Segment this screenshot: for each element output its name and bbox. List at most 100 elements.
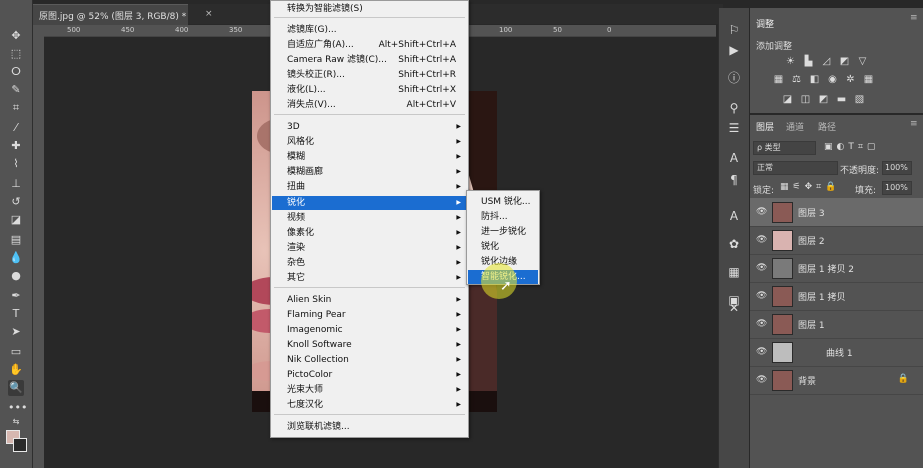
adjustments-tab[interactable]: 调整 — [756, 17, 774, 30]
tab-paths[interactable]: 路径 — [818, 120, 836, 133]
layer-name[interactable]: 曲线 1 — [826, 346, 853, 359]
swatches-panel-icon[interactable]: ▦ — [726, 264, 742, 280]
layer-name[interactable]: 图层 2 — [798, 234, 825, 247]
menu-item[interactable]: Flaming Pear ▶ — [272, 308, 467, 322]
photo-filter-icon[interactable]: ◉ — [827, 74, 838, 85]
brush-settings-icon[interactable]: ⚲ — [726, 100, 742, 116]
menu-item[interactable]: 像素化 ▶ — [272, 226, 467, 240]
history-brush-tool-icon[interactable]: ↺ — [8, 194, 24, 210]
visibility-eye-icon[interactable]: 👁 — [756, 291, 767, 301]
brightness-contrast-icon[interactable]: ☀ — [785, 56, 796, 67]
threshold-icon[interactable]: ◩ — [818, 94, 829, 105]
visibility-eye-icon[interactable]: 👁 — [756, 263, 767, 273]
move-tool-icon[interactable]: ✥ — [8, 28, 24, 44]
gradient-tool-icon[interactable]: ▤ — [8, 232, 24, 248]
layer-row[interactable]: 👁 曲线 1 — [750, 338, 923, 367]
submenu-item[interactable]: 防抖... — [468, 210, 538, 224]
black-white-icon[interactable]: ◧ — [809, 74, 820, 85]
tab-close-icon[interactable]: × — [205, 9, 213, 19]
marquee-tool-icon[interactable]: ⬚ — [8, 46, 24, 62]
vibrance-icon[interactable]: ▽ — [857, 56, 868, 67]
layer-name[interactable]: 图层 1 拷贝 2 — [798, 262, 854, 275]
eraser-tool-icon[interactable]: ◪ — [8, 212, 24, 228]
tab-layers[interactable]: 图层 — [756, 120, 774, 133]
layer-kind-filter[interactable]: ρ 类型 — [753, 141, 816, 155]
layer-row[interactable]: 👁 图层 1 拷贝 2 — [750, 254, 923, 283]
menu-item[interactable]: 自适应广角(A)... Alt+Shift+Ctrl+A — [272, 38, 467, 52]
color-balance-icon[interactable]: ⚖ — [791, 74, 802, 85]
layer-row[interactable]: 👁 背景 🔒 — [750, 366, 923, 395]
menu-item[interactable]: 视频 ▶ — [272, 211, 467, 225]
tab-channels[interactable]: 通道 — [786, 120, 804, 133]
selective-color-icon[interactable]: ▬ — [836, 94, 847, 105]
visibility-eye-icon[interactable]: 👁 — [756, 235, 767, 245]
pen-tool-icon[interactable]: ✒ — [8, 288, 24, 304]
exposure-icon[interactable]: ◩ — [839, 56, 850, 67]
visibility-eye-icon[interactable]: 👁 — [756, 347, 767, 357]
layer-row[interactable]: 👁 图层 2 — [750, 226, 923, 255]
visibility-eye-icon[interactable]: 👁 — [756, 207, 767, 217]
eyedropper-tool-icon[interactable]: ⁄ — [8, 120, 24, 136]
menu-item[interactable]: Imagenomic ▶ — [272, 323, 467, 337]
healing-brush-tool-icon[interactable]: ✚ — [8, 138, 24, 154]
menu-item[interactable]: 锐化 ▶ — [272, 196, 467, 210]
menu-item[interactable]: 滤镜库(G)... — [272, 23, 467, 37]
hand-tool-icon[interactable]: ✋ — [8, 362, 24, 378]
gradient-map-icon[interactable]: ▧ — [854, 94, 865, 105]
menu-item[interactable]: 其它 ▶ — [272, 271, 467, 285]
brush-tool-icon[interactable]: ⌇ — [8, 156, 24, 172]
layer-row[interactable]: 👁 图层 3 — [750, 198, 923, 227]
visibility-eye-icon[interactable]: 👁 — [756, 375, 767, 385]
submenu-item[interactable]: USM 锐化... — [468, 195, 538, 209]
channel-mixer-icon[interactable]: ✲ — [845, 74, 856, 85]
properties-panel-icon[interactable]: ☰ — [726, 120, 742, 136]
dodge-tool-icon[interactable]: ● — [8, 268, 24, 284]
quick-select-tool-icon[interactable]: ✎ — [8, 82, 24, 98]
background-color-swatch[interactable] — [13, 438, 27, 452]
color-lookup-icon[interactable]: ▦ — [863, 74, 874, 85]
panel-menu-icon[interactable]: ≡ — [910, 13, 918, 23]
layer-name[interactable]: 图层 1 — [798, 318, 825, 331]
menu-item[interactable]: 光束大师 ▶ — [272, 383, 467, 397]
opacity-input[interactable]: 100% — [882, 161, 912, 175]
history-panel-icon[interactable]: ⚐ — [726, 22, 742, 38]
blend-mode-select[interactable]: 正常 — [753, 161, 838, 175]
color-panel-icon[interactable]: ✿ — [726, 236, 742, 252]
menu-item[interactable]: Alien Skin ▶ — [272, 293, 467, 307]
blur-tool-icon[interactable]: 💧 — [8, 250, 24, 266]
layer-row[interactable]: 👁 图层 1 — [750, 310, 923, 339]
fill-input[interactable]: 100% — [882, 181, 912, 195]
layer-name[interactable]: 图层 3 — [798, 206, 825, 219]
menu-item[interactable]: Knoll Software ▶ — [272, 338, 467, 352]
zoom-tool-icon[interactable]: 🔍 — [8, 380, 24, 396]
menu-item[interactable]: 风格化 ▶ — [272, 135, 467, 149]
menu-item[interactable]: 模糊 ▶ — [272, 150, 467, 164]
tools-preset-icon[interactable]: ✕ — [726, 300, 742, 316]
menu-item[interactable]: 消失点(V)... Alt+Ctrl+V — [272, 98, 467, 112]
layer-name[interactable]: 图层 1 拷贝 — [798, 290, 845, 303]
menu-item[interactable]: 模糊画廊 ▶ — [272, 165, 467, 179]
menu-item[interactable]: Camera Raw 滤镜(C)... Shift+Ctrl+A — [272, 53, 467, 67]
clone-stamp-tool-icon[interactable]: ⊥ — [8, 176, 24, 192]
menu-item[interactable]: Nik Collection ▶ — [272, 353, 467, 367]
path-select-tool-icon[interactable]: ➤ — [8, 324, 24, 340]
menu-item[interactable]: 杂色 ▶ — [272, 256, 467, 270]
submenu-item[interactable]: 进一步锐化 — [468, 225, 538, 239]
visibility-eye-icon[interactable]: 👁 — [756, 319, 767, 329]
levels-icon[interactable]: ▙ — [803, 56, 814, 67]
menu-item[interactable]: 渲染 ▶ — [272, 241, 467, 255]
layer-name[interactable]: 背景 — [798, 374, 816, 387]
character-panel-icon[interactable]: A — [726, 150, 742, 166]
layer-filter-icons[interactable]: ▣◐T⌗▢ — [824, 142, 879, 152]
menu-item[interactable]: 液化(L)... Shift+Ctrl+X — [272, 83, 467, 97]
paragraph-panel-icon[interactable]: ¶ — [726, 172, 742, 188]
submenu-item[interactable]: 锐化 — [468, 240, 538, 254]
menu-item[interactable]: 镜头校正(R)... Shift+Ctrl+R — [272, 68, 467, 82]
hue-saturation-icon[interactable]: ▦ — [773, 74, 784, 85]
menu-item[interactable]: 转换为智能滤镜(S) — [272, 2, 467, 16]
menu-item[interactable]: 扭曲 ▶ — [272, 180, 467, 194]
shape-tool-icon[interactable]: ▭ — [8, 344, 24, 360]
invert-icon[interactable]: ◪ — [782, 94, 793, 105]
lock-icons[interactable]: ▦⚟✥⌗🔒 — [780, 182, 840, 192]
document-tab[interactable]: 原图.jpg @ 52% (图层 3, RGB/8) * × — [33, 4, 213, 25]
